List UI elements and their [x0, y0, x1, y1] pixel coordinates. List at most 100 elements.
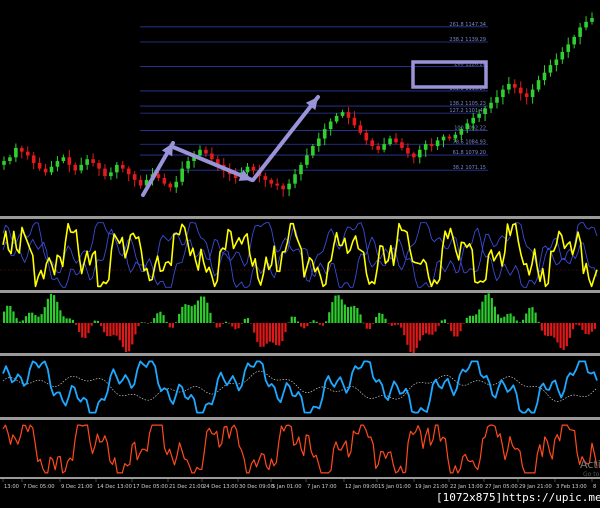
candle-body	[204, 149, 208, 154]
histogram-bar	[274, 323, 278, 346]
histogram-bar	[462, 323, 465, 324]
candle-body	[322, 129, 327, 139]
candle-body	[518, 87, 523, 94]
histogram-bar	[178, 313, 181, 323]
histogram-bar	[309, 322, 312, 323]
watermark-text: Acti	[580, 458, 600, 471]
candle-body	[103, 168, 107, 177]
histogram-bar	[325, 321, 328, 323]
histogram-bar	[168, 323, 171, 328]
histogram-bar	[37, 316, 40, 323]
candle-body	[180, 168, 184, 182]
candle-body	[364, 132, 369, 141]
histogram-bar	[221, 323, 225, 324]
histogram-bar	[165, 321, 168, 323]
histogram-bar	[212, 322, 215, 324]
histogram-bar	[3, 311, 6, 323]
histogram-bar	[96, 320, 99, 323]
histogram-bar	[296, 321, 300, 323]
histogram-bar	[315, 321, 318, 323]
candle-body	[299, 164, 303, 175]
candle-body	[251, 166, 256, 171]
histogram-bar	[174, 322, 178, 323]
histogram-bar	[362, 322, 365, 324]
histogram-bar	[93, 320, 96, 323]
axis-tick-label: 30 Dec 09:00	[239, 484, 274, 490]
histogram-bar	[156, 313, 159, 323]
histogram-bar	[571, 323, 575, 330]
candle-body	[8, 157, 12, 162]
histogram-bar	[590, 323, 593, 332]
histogram-bar	[581, 323, 584, 330]
fib-label: 261.8 1147.34	[449, 22, 486, 28]
separator-3	[0, 353, 600, 356]
oscillator-panel-4	[2, 424, 598, 474]
candle-body	[334, 115, 339, 122]
histogram-bar	[187, 304, 190, 323]
histogram-bar	[528, 307, 531, 323]
histogram-bar	[584, 323, 587, 334]
histogram-bar	[109, 323, 112, 337]
histogram-bar	[6, 305, 9, 323]
candle-body	[109, 172, 113, 177]
candle-body	[156, 174, 161, 179]
histogram-bar	[143, 322, 146, 324]
histogram-bar	[190, 306, 193, 323]
axis-tick-label: 5 Jan 01:00	[272, 484, 302, 490]
fib-label: 78.6 1084.93	[453, 139, 486, 145]
histogram-bar	[87, 323, 90, 334]
candle-body	[49, 166, 54, 173]
histogram-bar	[18, 321, 21, 323]
candle-body	[412, 153, 416, 158]
osc4-main-line	[2, 424, 598, 474]
histogram-bar	[259, 323, 262, 347]
candle-body	[495, 97, 499, 103]
separator-5	[0, 477, 600, 479]
footer-credit: [1072x875]https://upic.me/	[436, 491, 600, 504]
candle-body	[382, 144, 386, 150]
fib-label: 127.2 1101.48	[449, 108, 486, 114]
histogram-bar	[346, 307, 350, 323]
candle-body	[168, 183, 173, 188]
chart-stage: 261.8 1147.34 238.2 1139.29 200 1126.28 161…	[0, 0, 600, 508]
arrow-overlay	[141, 95, 320, 197]
fib-label: 138.2 1105.23	[449, 101, 486, 107]
histogram-bar	[343, 304, 346, 323]
candle-body	[115, 164, 119, 173]
histogram-bar	[140, 322, 143, 323]
histogram-bar	[521, 319, 525, 323]
histogram-bar	[337, 295, 340, 323]
histogram-bar	[406, 323, 409, 345]
candle-body	[566, 44, 571, 52]
candle-body	[120, 164, 125, 169]
histogram-bar	[62, 316, 65, 323]
histogram-bar	[281, 323, 284, 342]
osc1-main-line	[2, 222, 598, 288]
candle-body	[43, 168, 48, 173]
histogram-bar	[434, 323, 437, 332]
histogram-bar	[356, 308, 359, 323]
histogram-bar	[249, 323, 253, 324]
histogram-bar	[578, 323, 581, 326]
candle-body	[358, 125, 363, 133]
candle-body	[275, 183, 280, 186]
histogram-bar	[562, 323, 565, 351]
histogram-bar	[300, 323, 303, 327]
axis-tick-label: 22 Jan 13:00	[450, 484, 483, 490]
histogram-bar	[84, 323, 87, 339]
histogram-bar	[431, 323, 434, 335]
axis-tick-label: 15 Jan 01:00	[378, 484, 411, 490]
histogram-bar	[265, 323, 268, 344]
histogram-bar	[287, 322, 290, 323]
candle-body	[61, 157, 66, 162]
histogram-bar	[228, 322, 231, 324]
histogram-bar	[90, 323, 93, 326]
histogram-bar	[134, 323, 137, 335]
histogram-bar	[518, 322, 522, 323]
axis-tick-label: 21 Dec 21:00	[169, 484, 204, 490]
histogram-bar	[99, 323, 103, 326]
histogram-bar	[525, 313, 528, 323]
axis-tick-label: 3 Feb 13:00	[556, 484, 587, 490]
histogram-bar	[193, 304, 196, 323]
histogram-bar	[440, 320, 443, 323]
